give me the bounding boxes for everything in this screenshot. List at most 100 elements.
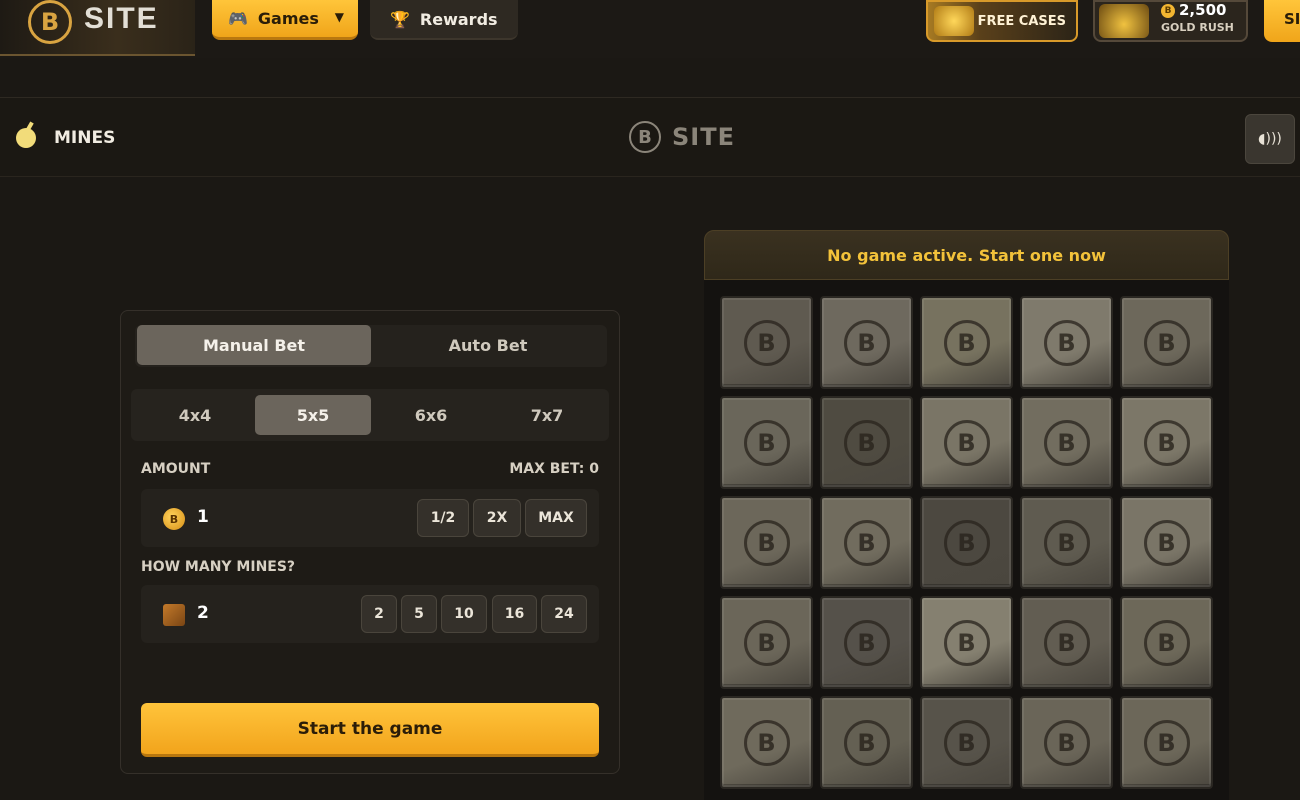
logo-b-icon: B [28,0,72,44]
tile-logo-icon: B [843,419,890,466]
tile-logo-icon: B [1043,619,1090,666]
game-header: MINES B SITE ◖))) [0,97,1300,177]
mine-tile[interactable]: B [920,296,1013,389]
mine-tile[interactable]: B [820,496,913,589]
mine-tile[interactable]: B [720,596,813,689]
gamepad-icon: 🎮 [228,9,248,28]
tile-logo-icon: B [843,519,890,566]
tile-logo-icon: B [843,719,890,766]
tile-logo-icon: B [1043,519,1090,566]
grid-size-7x7[interactable]: 7x7 [489,395,605,435]
sound-toggle-button[interactable]: ◖))) [1245,114,1295,164]
tile-logo-icon: B [1143,319,1190,366]
grid-size-4x4[interactable]: 4x4 [137,395,253,435]
tile-logo-icon: B [943,319,990,366]
max-bet-label: MAX BET: 0 [509,461,599,477]
tile-logo-icon: B [743,619,790,666]
tile-logo-icon: B [1043,319,1090,366]
top-navigation-bar: B SITE 🎮 Games ▼ 🏆 Rewards FREE CASES B … [0,0,1300,58]
mine-tile[interactable]: B [1020,296,1113,389]
tile-logo-icon: B [743,319,790,366]
center-logo-text: SITE [672,123,735,151]
grid-size-5x5[interactable]: 5x5 [255,395,371,435]
mine-tile[interactable]: B [1120,596,1213,689]
gold-rush-label: GOLD RUSH [1161,21,1234,34]
tile-logo-icon: B [843,619,890,666]
mine-tile[interactable]: B [820,696,913,789]
tile-logo-icon: B [1043,419,1090,466]
game-status-banner: No game active. Start one now [704,230,1229,280]
logo-text: SITE [84,2,159,35]
max-amount-button[interactable]: MAX [525,499,587,537]
games-label: Games [257,9,319,28]
site-logo[interactable]: B SITE [0,0,195,56]
tab-auto-bet[interactable]: Auto Bet [371,325,605,365]
mines-preset-16[interactable]: 16 [492,595,537,633]
tile-logo-icon: B [743,419,790,466]
treasure-chest-icon [934,6,974,36]
center-logo-icon: B [629,121,661,153]
free-cases-promo[interactable]: FREE CASES [926,0,1078,42]
mine-tile[interactable]: B [920,396,1013,489]
tile-logo-icon: B [1143,619,1190,666]
gold-rush-promo[interactable]: B 2,500 GOLD RUSH [1093,0,1248,42]
mine-tile[interactable]: B [1020,696,1113,789]
half-amount-button[interactable]: 1/2 [417,499,469,537]
grid-size-6x6[interactable]: 6x6 [373,395,489,435]
mine-tile[interactable]: B [1020,496,1113,589]
signup-button[interactable]: SI [1264,0,1300,42]
mine-tile[interactable]: B [1020,396,1113,489]
amount-label: AMOUNT [141,461,211,477]
games-menu-button[interactable]: 🎮 Games ▼ [212,0,358,40]
bomb-icon [16,128,36,148]
mines-preset-24[interactable]: 24 [541,595,587,633]
mine-tile[interactable]: B [720,296,813,389]
amount-value[interactable]: 1 [197,507,209,527]
coin-icon: B [1161,4,1175,18]
mine-tile[interactable]: B [920,696,1013,789]
tile-logo-icon: B [943,419,990,466]
amount-input[interactable]: B 1 1/2 2X MAX [141,489,599,547]
mine-tile[interactable]: B [1120,696,1213,789]
mines-preset-2[interactable]: 2 [361,595,397,633]
mine-tile[interactable]: B [720,496,813,589]
mines-preset-5[interactable]: 5 [401,595,437,633]
bet-mode-tabs: Manual Bet Auto Bet [135,325,607,367]
tile-logo-icon: B [1143,419,1190,466]
tile-logo-icon: B [943,519,990,566]
mine-tile[interactable]: B [1020,596,1113,689]
tile-logo-icon: B [743,519,790,566]
mine-tile[interactable]: B [820,596,913,689]
mine-tile[interactable]: B [920,496,1013,589]
tab-manual-bet[interactable]: Manual Bet [137,325,371,365]
tile-logo-icon: B [943,619,990,666]
tile-logo-icon: B [843,319,890,366]
mines-count-label: HOW MANY MINES? [141,559,296,575]
mine-tile[interactable]: B [1120,496,1213,589]
gold-rush-image [1099,4,1149,38]
mine-tile[interactable]: B [720,396,813,489]
mine-crate-icon [163,604,185,626]
mines-count-input[interactable]: 2 2 5 10 16 24 [141,585,599,643]
mine-tile[interactable]: B [820,396,913,489]
chevron-down-icon: ▼ [334,10,344,24]
mine-tile[interactable]: B [1120,296,1213,389]
mine-tile[interactable]: B [720,696,813,789]
start-game-button[interactable]: Start the game [141,703,599,757]
mines-preset-10[interactable]: 10 [441,595,487,633]
free-cases-label: FREE CASES [977,13,1066,29]
mines-board: B B B B B B B B B B B B B B B B B B B B B B B B B [704,280,1229,800]
gold-rush-amount: 2,500 [1179,1,1227,19]
speaker-icon: ◖))) [1258,131,1282,147]
double-amount-button[interactable]: 2X [473,499,521,537]
mine-tile[interactable]: B [820,296,913,389]
grid-size-selector: 4x4 5x5 6x6 7x7 [131,389,609,441]
mine-tile[interactable]: B [1120,396,1213,489]
mine-tile[interactable]: B [920,596,1013,689]
rewards-button[interactable]: 🏆 Rewards [370,0,518,40]
tile-logo-icon: B [743,719,790,766]
mines-count-value[interactable]: 2 [197,603,209,623]
tile-logo-icon: B [1143,719,1190,766]
tile-logo-icon: B [1143,519,1190,566]
rewards-label: Rewards [419,9,498,29]
